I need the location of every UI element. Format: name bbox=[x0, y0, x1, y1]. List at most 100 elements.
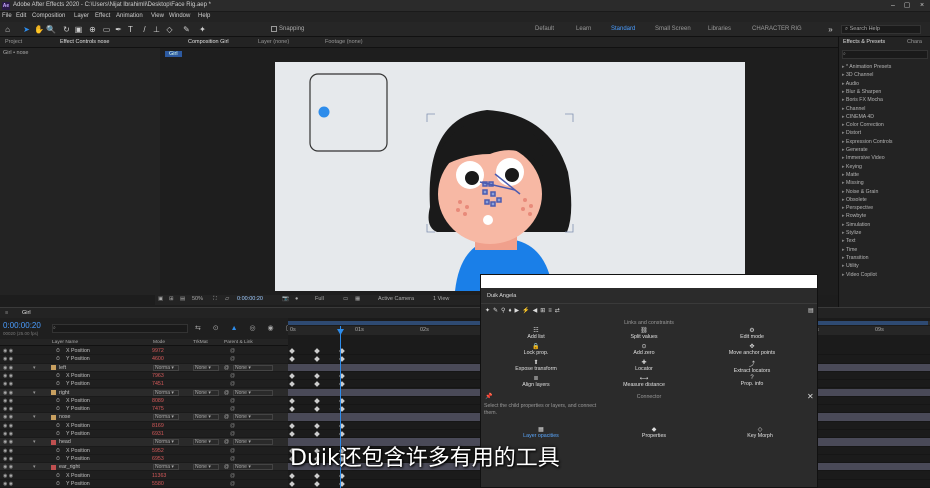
effects-category-item[interactable]: Obsolete bbox=[842, 197, 867, 203]
effects-category-item[interactable]: Noise & Grain bbox=[842, 189, 878, 195]
properties-button[interactable]: ◆ Properties bbox=[609, 426, 699, 439]
tab-project[interactable]: Project bbox=[5, 39, 22, 45]
blend-mode-select[interactable]: Norma ▾ bbox=[153, 364, 179, 371]
layer-label-color[interactable] bbox=[51, 464, 56, 470]
stopwatch-icon[interactable]: ⏱ bbox=[56, 381, 60, 387]
effects-category-item[interactable]: Audio bbox=[842, 81, 859, 87]
effects-category-item[interactable]: Transition bbox=[842, 255, 869, 261]
timeline-timecode[interactable]: 0:00:00:20 bbox=[3, 321, 41, 330]
effects-category-item[interactable]: Channel bbox=[842, 106, 865, 112]
expand-arrow-icon[interactable]: ▾ bbox=[33, 365, 36, 371]
timeline-property-row[interactable]: ◉ ◉ ⏱ Y Position 7451 @ bbox=[0, 380, 288, 389]
zoom-select[interactable]: 50% bbox=[192, 296, 203, 302]
pan-behind-tool-icon[interactable]: ⊕ bbox=[88, 25, 97, 34]
pick-whip-icon[interactable]: @ bbox=[224, 439, 229, 445]
duik-button-measure-distance[interactable]: ⟷ Measure distance bbox=[599, 375, 689, 388]
layer-name[interactable]: nose bbox=[59, 414, 71, 420]
timeline-property-row[interactable]: ◉ ◉ ⏱ Y Position 4600 @ bbox=[0, 355, 288, 364]
trkmat-select[interactable]: None ▾ bbox=[193, 364, 219, 371]
effects-category-item[interactable]: Keying bbox=[842, 164, 862, 170]
expand-arrow-icon[interactable]: ▾ bbox=[33, 390, 36, 396]
pick-whip-icon[interactable]: @ bbox=[224, 365, 229, 371]
menu-animation[interactable]: Animation bbox=[116, 13, 143, 19]
visibility-eye-icon[interactable]: ◉ ◉ bbox=[3, 373, 13, 379]
timeline-layer-row[interactable]: ◉ ◉ ▾ nose Norma ▾ None ▾ @ None ▾ bbox=[0, 413, 288, 422]
expression-pick-whip-icon[interactable]: @ bbox=[230, 356, 235, 362]
property-value[interactable]: 11363 bbox=[152, 473, 166, 479]
timeline-property-row[interactable]: ◉ ◉ ⏱ X Position 5952 @ bbox=[0, 446, 288, 455]
selection-tool-icon[interactable]: ➤ bbox=[22, 25, 31, 34]
blend-mode-select[interactable]: Norma ▾ bbox=[153, 439, 179, 446]
expression-pick-whip-icon[interactable]: @ bbox=[230, 431, 235, 437]
stopwatch-icon[interactable]: ⏱ bbox=[56, 456, 60, 462]
keyframe-icon[interactable] bbox=[314, 397, 320, 404]
property-value[interactable]: 5580 bbox=[152, 481, 164, 487]
keyframe-icon[interactable] bbox=[289, 422, 295, 429]
keyframe-icon[interactable] bbox=[289, 397, 295, 404]
eraser-tool-icon[interactable]: ◇ bbox=[165, 25, 174, 34]
tab-effects-presets[interactable]: Effects & Presets bbox=[843, 39, 885, 45]
keyframe-icon[interactable] bbox=[289, 373, 295, 379]
workspace-default[interactable]: Default bbox=[535, 26, 554, 32]
expand-arrow-icon[interactable]: ▾ bbox=[33, 464, 36, 470]
expression-pick-whip-icon[interactable]: @ bbox=[230, 348, 235, 354]
timeline-property-row[interactable]: ◉ ◉ ⏱ X Position 9972 @ bbox=[0, 347, 288, 356]
effects-category-item[interactable]: Stylize bbox=[842, 230, 861, 236]
layer-label-color[interactable] bbox=[51, 390, 56, 395]
minimize-icon[interactable]: – bbox=[886, 1, 900, 11]
viewer-timecode[interactable]: 0:00:00:20 bbox=[237, 296, 263, 302]
keyframe-icon[interactable] bbox=[314, 472, 320, 479]
duik-button-split-values[interactable]: ⛓ Split values bbox=[599, 327, 689, 340]
effects-category-item[interactable]: Perspective bbox=[842, 205, 873, 211]
stopwatch-icon[interactable]: ⏱ bbox=[56, 448, 60, 454]
header-layer-name[interactable]: Layer Name bbox=[52, 340, 78, 345]
hand-tool-icon[interactable]: ✋ bbox=[34, 25, 44, 34]
timeline-layer-row[interactable]: ◉ ◉ ▾ right Norma ▾ None ▾ @ None ▾ bbox=[0, 388, 288, 397]
visibility-eye-icon[interactable]: ◉ ◉ bbox=[3, 365, 13, 371]
expression-pick-whip-icon[interactable]: @ bbox=[230, 373, 235, 379]
keyframe-icon[interactable] bbox=[314, 422, 320, 429]
duik-button-move-anchor-points[interactable]: ✥ Move anchor points bbox=[707, 343, 797, 356]
menu-view[interactable]: View bbox=[151, 13, 164, 19]
timeline-layer-row[interactable]: ◉ ◉ ▾ ear_right Norma ▾ None ▾ @ None ▾ bbox=[0, 463, 288, 472]
blend-mode-select[interactable]: Norma ▾ bbox=[153, 389, 179, 396]
visibility-eye-icon[interactable]: ◉ ◉ bbox=[3, 414, 13, 420]
parent-select[interactable]: None ▾ bbox=[233, 364, 273, 371]
effects-category-item[interactable]: Matte bbox=[842, 172, 859, 178]
trkmat-select[interactable]: None ▾ bbox=[193, 439, 219, 446]
timeline-property-row[interactable]: ◉ ◉ ⏱ Y Position 6931 @ bbox=[0, 430, 288, 439]
effects-category-item[interactable]: 3D Channel bbox=[842, 72, 873, 78]
timeline-property-row[interactable]: ◉ ◉ ⏱ Y Position 6953 @ bbox=[0, 454, 288, 464]
effects-category-item[interactable]: * Animation Presets bbox=[842, 64, 891, 70]
expression-pick-whip-icon[interactable]: @ bbox=[230, 481, 235, 487]
workspace-learn[interactable]: Learn bbox=[576, 26, 591, 32]
fit-icon[interactable]: ⛶ bbox=[213, 296, 217, 303]
always-preview-icon[interactable]: ▣ bbox=[158, 296, 163, 302]
visibility-eye-icon[interactable]: ◉ ◉ bbox=[3, 381, 13, 387]
duik-button-prop-info[interactable]: ? Prop. info bbox=[707, 375, 797, 387]
effects-search-input[interactable]: ⌕ bbox=[842, 50, 928, 59]
timeline-switches[interactable]: ⇆ ⊙ ▲ ◎ ◉ ▢ bbox=[195, 324, 297, 332]
menu-help[interactable]: Help bbox=[198, 13, 210, 19]
pen-tool-icon[interactable]: ✒ bbox=[114, 25, 123, 34]
effects-category-item[interactable]: Missing bbox=[842, 180, 864, 186]
parent-select[interactable]: None ▾ bbox=[233, 389, 273, 396]
timeline-property-row[interactable]: ◉ ◉ ⏱ X Position 11363 @ bbox=[0, 471, 288, 480]
views-select[interactable]: 1 View bbox=[433, 296, 449, 302]
timeline-property-row[interactable]: ◉ ◉ ⏱ X Position 8169 @ bbox=[0, 421, 288, 430]
parent-select[interactable]: None ▾ bbox=[233, 414, 273, 421]
maximize-icon[interactable]: ▢ bbox=[900, 1, 914, 11]
stopwatch-icon[interactable]: ⏱ bbox=[56, 373, 60, 379]
keyframe-icon[interactable] bbox=[314, 480, 320, 487]
property-value[interactable]: 6931 bbox=[152, 431, 164, 437]
timeline-property-row[interactable]: ◉ ◉ ⏱ X Position 7963 @ bbox=[0, 371, 288, 381]
effects-category-item[interactable]: Rowbyte bbox=[842, 213, 866, 219]
property-value[interactable]: 7963 bbox=[152, 373, 164, 379]
timeline-property-row[interactable]: ◉ ◉ ⏱ Y Position 5580 @ bbox=[0, 479, 288, 488]
visibility-eye-icon[interactable]: ◉ ◉ bbox=[3, 481, 13, 487]
tab-layer[interactable]: Layer (none) bbox=[258, 39, 289, 45]
type-tool-icon[interactable]: T bbox=[126, 25, 135, 34]
transparency-grid-icon[interactable]: ▦ bbox=[355, 296, 360, 302]
layer-name[interactable]: left bbox=[59, 365, 66, 371]
duik-button-add-zero[interactable]: ⊙ Add zero bbox=[599, 343, 689, 356]
